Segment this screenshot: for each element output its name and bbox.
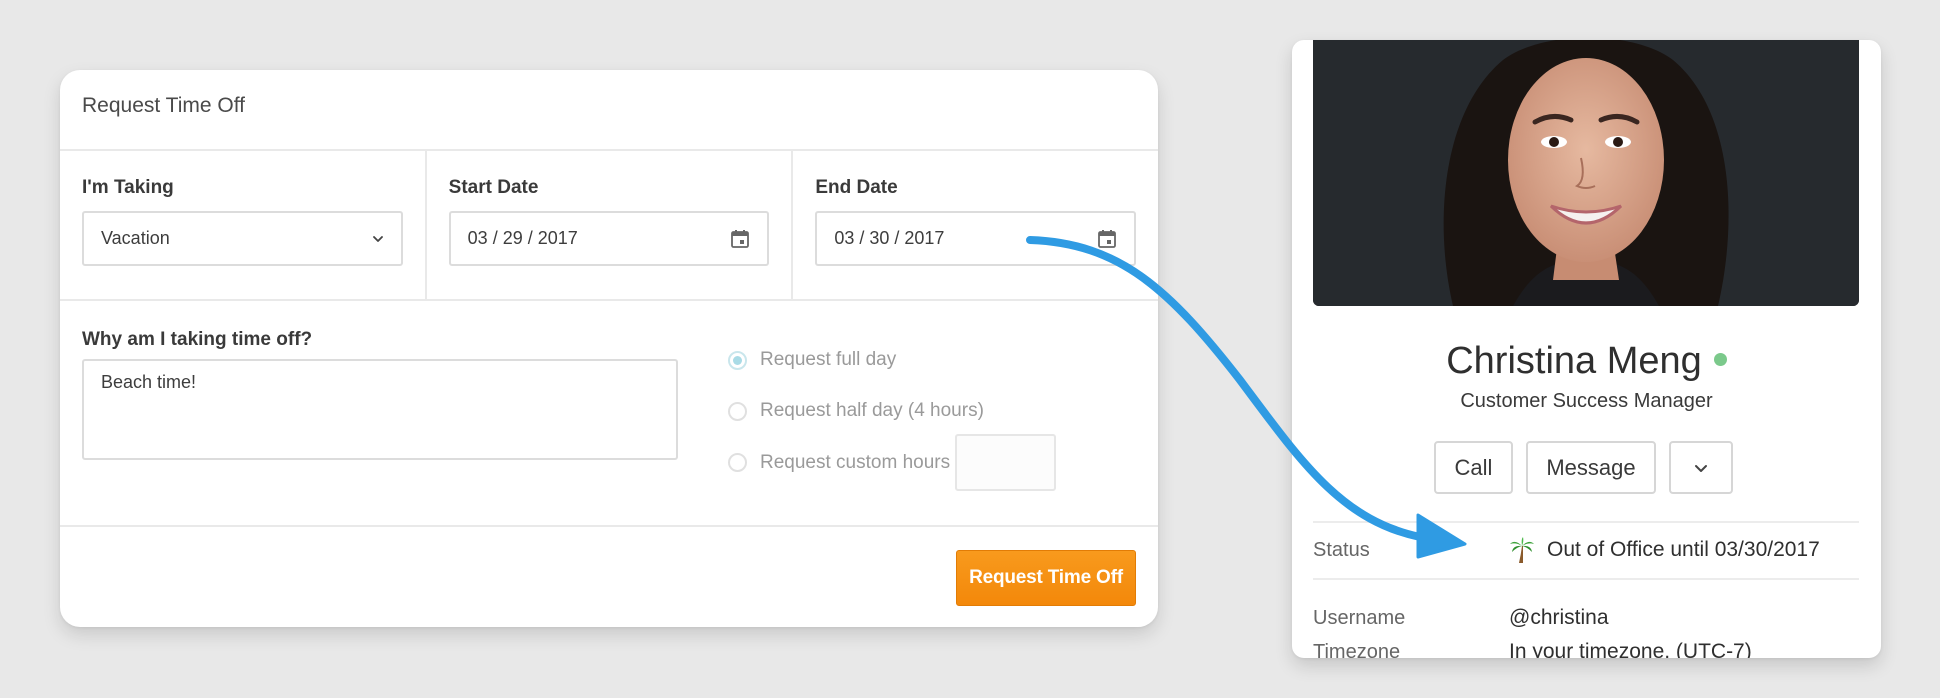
custom-hours-label: Request custom hours [760, 451, 951, 473]
end-date-value: 03 / 30 / 2017 [834, 228, 945, 248]
form-footer: Request Time Off [60, 527, 1158, 625]
reason-label: Why am I taking time off? [82, 329, 313, 350]
chevron-down-icon [1695, 464, 1707, 472]
status-label: Status [1313, 539, 1370, 561]
call-button[interactable]: Call [1434, 441, 1513, 494]
online-status-dot [1713, 353, 1727, 367]
profile-card: Christina Meng Customer Success Manager … [1292, 40, 1881, 658]
radio-button[interactable] [728, 401, 747, 421]
radio-button[interactable] [728, 350, 747, 370]
custom-hours-option[interactable]: Request custom hours [728, 434, 1057, 491]
full-day-label: Request full day [760, 349, 897, 370]
divider [1313, 578, 1859, 580]
profile-photo [1313, 40, 1859, 306]
status-value: Out of Office until 03/30/2017 [1509, 537, 1820, 563]
date-row: I'm Taking Vacation Start Date 03 / 29 /… [60, 151, 1158, 301]
type-select[interactable]: Vacation [82, 211, 403, 266]
half-day-label: Request half day (4 hours) [760, 400, 984, 421]
start-date-label: Start Date [448, 177, 539, 198]
status-text: Out of Office until 03/30/2017 [1547, 538, 1820, 561]
start-date-column: Start Date 03 / 29 / 2017 [427, 151, 794, 299]
full-day-option[interactable]: Request full day [728, 349, 896, 371]
radio-button[interactable] [728, 453, 747, 472]
type-label: I'm Taking [82, 177, 174, 198]
custom-hours-input[interactable] [955, 434, 1057, 491]
profile-actions: Call Message [1434, 441, 1733, 494]
reason-textarea[interactable]: Beach time! [82, 359, 678, 460]
start-date-input[interactable]: 03 / 29 / 2017 [448, 211, 770, 266]
card-title: Request Time Off [60, 70, 1158, 151]
calendar-icon[interactable] [729, 228, 751, 250]
chevron-down-icon [372, 235, 383, 242]
request-time-off-button[interactable]: Request Time Off [956, 550, 1136, 606]
profile-name-row: Christina Meng [1292, 340, 1881, 383]
profile-job-title: Customer Success Manager [1460, 390, 1713, 412]
profile-name: Christina Meng [1446, 340, 1702, 382]
palm-tree-icon [1510, 537, 1534, 563]
more-actions-button[interactable] [1669, 441, 1733, 494]
end-date-input[interactable]: 03 / 30 / 2017 [815, 211, 1137, 266]
reason-section: Why am I taking time off? Beach time! Re… [60, 301, 1158, 527]
timezone-value: In your timezone, (UTC-7) [1509, 640, 1752, 658]
half-day-option[interactable]: Request half day (4 hours) [728, 400, 984, 422]
message-button[interactable]: Message [1526, 441, 1656, 494]
type-column: I'm Taking Vacation [60, 151, 427, 299]
end-date-column: End Date 03 / 30 / 2017 [793, 151, 1158, 299]
portrait-illustration [1313, 40, 1859, 306]
request-time-off-card: Request Time Off I'm Taking Vacation Sta… [60, 70, 1158, 627]
timezone-label: Timezone [1313, 641, 1401, 658]
type-select-value: Vacation [101, 228, 170, 248]
username-label: Username [1313, 607, 1406, 629]
end-date-label: End Date [815, 177, 898, 198]
start-date-value: 03 / 29 / 2017 [467, 228, 578, 248]
divider [1313, 521, 1859, 523]
calendar-icon[interactable] [1096, 228, 1118, 250]
username-value: @christina [1509, 606, 1609, 629]
